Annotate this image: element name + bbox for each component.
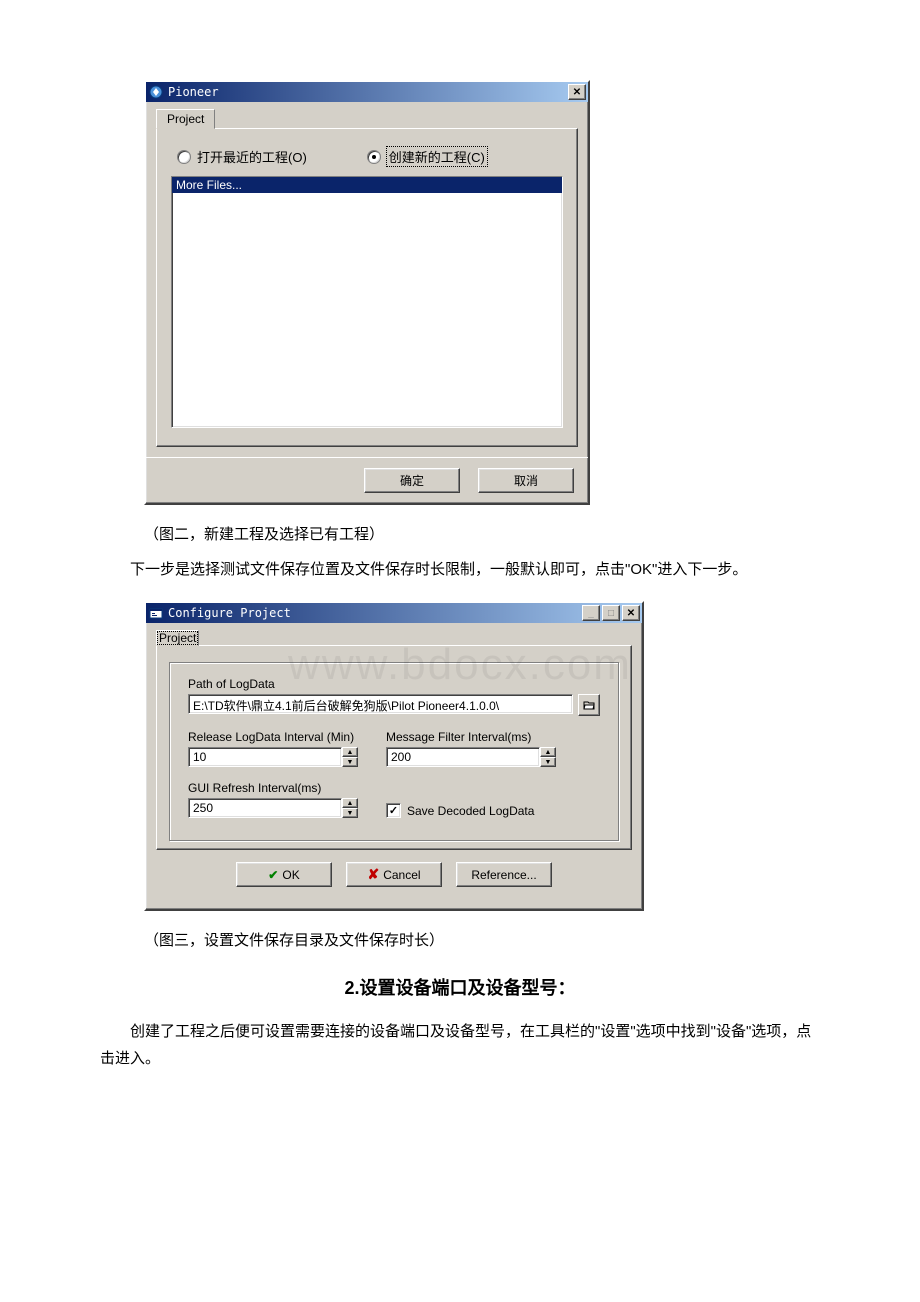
figure-caption-3: （图三，设置文件保存目录及文件保存时长） [144,929,820,950]
cancel-label: Cancel [383,868,420,882]
x-icon: ✘ [367,866,379,883]
settings-group: Path of LogData E:\TD软件\鼎立4.1前后台破解免狗版\Pi… [169,662,619,841]
section-heading: 2.设置设备端口及设备型号： [100,974,820,1000]
cancel-button[interactable]: 取消 [478,468,574,493]
path-label: Path of LogData [188,677,600,691]
figure-caption-2: （图二，新建工程及选择已有工程） [144,523,820,544]
cancel-button[interactable]: ✘ Cancel [346,862,442,887]
chevron-down-icon[interactable]: ▼ [342,757,358,767]
minimize-button[interactable]: _ [582,605,600,621]
titlebar[interactable]: Configure Project _ □ ✕ [146,603,642,623]
tabpanel-project: Path of LogData E:\TD软件\鼎立4.1前后台破解免狗版\Pi… [156,645,632,850]
save-decoded-label: Save Decoded LogData [407,804,534,818]
ok-label: OK [282,868,299,882]
release-spinner[interactable]: ▲ ▼ [342,747,358,767]
window-title: Pioneer [168,85,566,99]
chevron-down-icon[interactable]: ▼ [540,757,556,767]
configure-project-dialog: Configure Project _ □ ✕ Project Path of … [144,601,644,911]
save-decoded-checkbox[interactable]: ✓ Save Decoded LogData [386,803,534,818]
path-input[interactable]: E:\TD软件\鼎立4.1前后台破解免狗版\Pilot Pioneer4.1.0… [188,694,573,714]
radio-create-new[interactable]: 创建新的工程(C) [367,147,487,166]
close-button[interactable]: ✕ [622,605,640,621]
reference-button[interactable]: Reference... [456,862,552,887]
recent-files-list[interactable]: More Files... [171,176,563,428]
radio-create-label: 创建新的工程(C) [387,147,487,166]
ok-button[interactable]: ✔ OK [236,862,332,887]
window-title: Configure Project [168,606,580,620]
tabpanel-project: 打开最近的工程(O) 创建新的工程(C) More Files... [156,128,578,447]
chevron-down-icon[interactable]: ▼ [342,808,358,818]
chevron-up-icon[interactable]: ▲ [342,798,358,808]
gui-refresh-input[interactable]: 250 [188,798,342,818]
radio-icon [177,150,191,164]
filter-interval-input[interactable]: 200 [386,747,540,767]
titlebar[interactable]: Pioneer ✕ [146,82,588,102]
check-icon: ✔ [268,868,278,882]
radio-open-label: 打开最近的工程(O) [197,147,307,166]
release-interval-label: Release LogData Interval (Min) [188,730,358,744]
chevron-up-icon[interactable]: ▲ [540,747,556,757]
folder-open-icon [583,699,595,711]
list-item-more-files[interactable]: More Files... [172,177,562,193]
chevron-up-icon[interactable]: ▲ [342,747,358,757]
pioneer-dialog: Pioneer ✕ Project 打开最近的工程(O) 创建新的工程(C) M… [144,80,590,505]
close-button[interactable]: ✕ [568,84,586,100]
paragraph-device-port: 创建了工程之后便可设置需要连接的设备端口及设备型号，在工具栏的"设置"选项中找到… [100,1018,820,1072]
maximize-button[interactable]: □ [602,605,620,621]
release-interval-input[interactable]: 10 [188,747,342,767]
app-icon [148,84,164,100]
filter-interval-label: Message Filter Interval(ms) [386,730,556,744]
tab-project[interactable]: Project [156,630,199,646]
ok-button[interactable]: 确定 [364,468,460,493]
gui-refresh-label: GUI Refresh Interval(ms) [188,781,358,795]
gui-spinner[interactable]: ▲ ▼ [342,798,358,818]
checkbox-icon: ✓ [386,803,401,818]
paragraph-next-step: 下一步是选择测试文件保存位置及文件保存时长限制，一般默认即可，点击"OK"进入下… [100,556,820,583]
radio-open-recent[interactable]: 打开最近的工程(O) [177,147,307,166]
browse-button[interactable] [578,694,600,716]
tab-project[interactable]: Project [156,109,215,129]
radio-icon [367,150,381,164]
app-icon [148,605,164,621]
filter-spinner[interactable]: ▲ ▼ [540,747,556,767]
